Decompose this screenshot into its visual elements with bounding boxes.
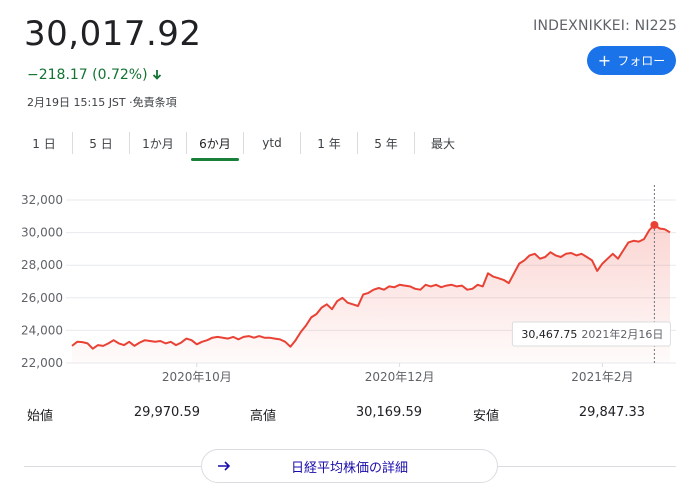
x-tick-label-2: 2021年2月 [571, 370, 633, 384]
tooltip-date: 2021年2月16日 [581, 327, 663, 341]
y-tick-label-4: 24,000 [21, 323, 63, 337]
stat-label-1: 高値 [250, 409, 277, 424]
y-tick-label-1: 30,000 [21, 226, 63, 240]
details-button[interactable]: 日経平均株価の詳細 [201, 449, 498, 483]
stat-label-0: 始値 [27, 409, 54, 424]
y-tick-label-3: 26,000 [21, 291, 63, 305]
y-tick-label-5: 22,000 [21, 356, 63, 370]
tab-range-3[interactable]: 6か月 [186, 132, 243, 161]
ticker-symbol: INDEXNIKKEI: NI225 [533, 18, 677, 34]
timestamp: 2月19日 15:15 JST ·免責条項 [27, 96, 177, 109]
tab-range-2[interactable]: 1か月 [129, 132, 186, 154]
plus-icon: + [597, 50, 612, 70]
arrow-down-icon [152, 70, 161, 80]
hover-point [650, 220, 659, 229]
follow-button[interactable]: + フォロー [587, 46, 676, 75]
price-chart: 32,000 30,000 28,000 26,000 24,000 22,000 2020… [21, 185, 676, 384]
y-tick-label-0: 32,000 [21, 193, 63, 207]
stat-value-0: 29,970.59 [133, 405, 200, 420]
tooltip-value: 30,467.75 [521, 328, 577, 341]
y-tick-label-2: 28,000 [21, 258, 63, 272]
follow-button-label: フォロー [617, 54, 666, 68]
x-tick-label-0: 2020年10月 [162, 370, 232, 384]
tab-range-1[interactable]: 5 日 [72, 132, 129, 154]
range-tabs: 1 日5 日 1か月 6か月 ytd 1 年5 年最大 [16, 132, 471, 161]
price-change-value: −218.17 (0.72%) [27, 67, 148, 83]
x-tick-label-1: 2020年12月 [365, 370, 435, 384]
price-change: −218.17 (0.72%) [27, 67, 163, 83]
details-button-label: 日経平均株価の詳細 [290, 460, 408, 476]
stat-label-2: 安値 [473, 409, 500, 424]
tab-range-6[interactable]: 5 年 [357, 132, 414, 154]
tab-range-7[interactable]: 最大 [414, 132, 471, 154]
tab-range-5[interactable]: 1 年 [300, 132, 357, 154]
tab-range-4[interactable]: ytd [243, 132, 300, 154]
index-price: 30,017.92 [24, 14, 202, 54]
arrow-right-icon [218, 461, 231, 471]
stat-value-1: 30,169.59 [355, 405, 422, 420]
stat-value-2: 29,847.33 [578, 405, 645, 420]
tab-range-0[interactable]: 1 日 [16, 132, 72, 154]
stats-row: 始値 29,970.59 高値 30,169.59 安値 29,847.33 [0, 405, 699, 425]
